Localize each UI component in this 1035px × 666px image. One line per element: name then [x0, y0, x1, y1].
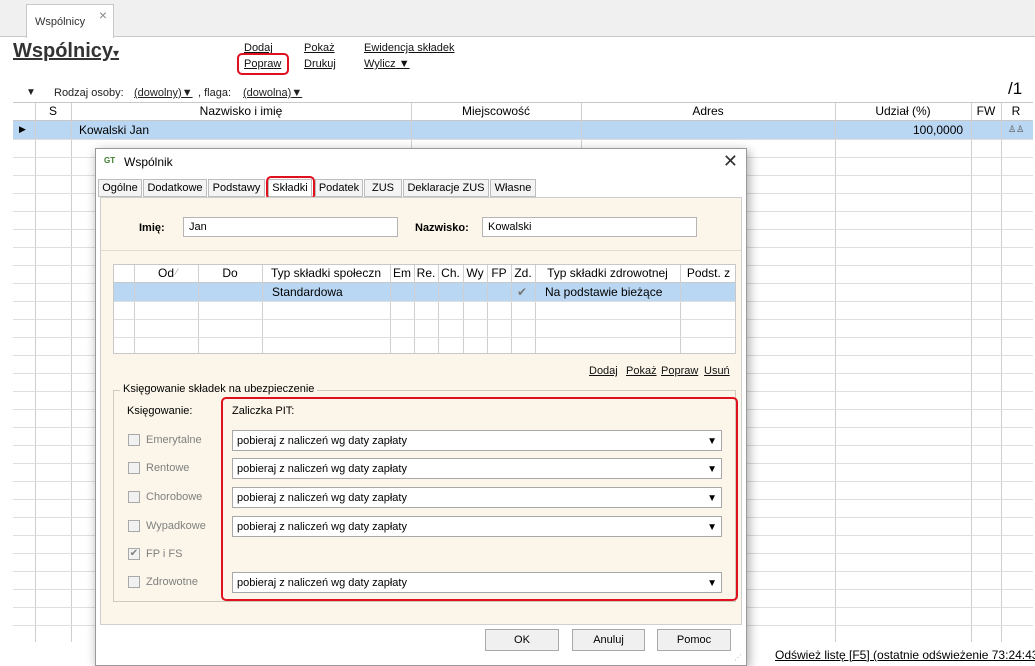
chorobowe-label: Chorobowe [146, 491, 203, 503]
document-tab-strip: Wspólnicy × [0, 0, 1035, 38]
tab-wlasne[interactable]: Własne [490, 179, 536, 197]
col-adres[interactable]: Adres [581, 104, 835, 118]
col-r[interactable]: R [1001, 104, 1031, 118]
col-podst[interactable]: Podst. z [680, 266, 737, 280]
chevron-down-icon: ▾ [113, 46, 120, 60]
wypadkowe-label: Wypadkowe [146, 520, 206, 532]
close-icon[interactable]: × [99, 7, 107, 23]
checkmark-icon: ✔ [517, 285, 528, 299]
emerytalne-label: Emerytalne [146, 434, 202, 446]
emerytalne-checkbox[interactable] [128, 434, 140, 446]
cancel-button[interactable]: Anuluj [572, 629, 645, 651]
highlight-popraw [237, 53, 289, 75]
divider [101, 250, 741, 251]
grid-pokaz-link[interactable]: Pokaż [626, 365, 657, 377]
ok-button[interactable]: OK [485, 629, 559, 651]
col-ch[interactable]: Ch. [438, 266, 463, 280]
page-number: /1 [1008, 79, 1023, 98]
tab-podatek[interactable]: Podatek [315, 179, 363, 197]
row-typ-zdrowotny[interactable]: Na podstawie bieżące [545, 285, 662, 299]
grid-popraw-link[interactable]: Popraw [661, 365, 698, 377]
close-icon[interactable]: ✕ [723, 151, 738, 172]
flaga-select[interactable]: (dowolna)▼ [243, 87, 302, 99]
col-em[interactable]: Em [390, 266, 414, 280]
wypadkowe-checkbox[interactable] [128, 520, 140, 532]
wspolnik-dialog: GT Wspólnik ✕ Ogólne Dodatkowe Podstawy … [95, 148, 747, 666]
imie-field[interactable]: Jan [183, 217, 398, 237]
tab-podstawy[interactable]: Podstawy [208, 179, 265, 197]
filter-toggle-icon[interactable]: ▼ [26, 87, 36, 98]
pokaz-link[interactable]: Pokaż [304, 42, 335, 54]
tab-ogolne[interactable]: Ogólne [98, 179, 142, 197]
tab-dodatkowe[interactable]: Dodatkowe [143, 179, 207, 197]
fp-fs-checkbox[interactable]: ✔ [128, 548, 140, 560]
refresh-link[interactable]: Odśwież listę [F5] (ostatnie odświeżenie… [775, 648, 1035, 662]
flaga-label: , flaga: [198, 87, 232, 99]
skladki-grid-header: Od Do Typ składki społeczn Em Re. Ch. Wy… [114, 265, 735, 283]
app-icon: GT [104, 156, 116, 165]
zdrowotne-label: Zdrowotne [146, 576, 198, 588]
ksiegowanie-group: Księgowanie składek na ubezpieczenie Ksi… [113, 383, 738, 602]
rentowe-label: Rentowe [146, 462, 190, 474]
zdrowotne-checkbox[interactable] [128, 576, 140, 588]
dialog-tabs: Ogólne Dodatkowe Podstawy Składki Podate… [96, 177, 746, 197]
col-s[interactable]: S [35, 104, 71, 118]
page-title[interactable]: Wspólnicy▾ [13, 40, 119, 63]
sort-icon: ⁄ [176, 267, 178, 277]
nazwisko-field[interactable]: Kowalski [482, 217, 697, 237]
group-caption: Księgowanie składek na ubezpieczenie [120, 383, 318, 395]
col-typ-spoleczny[interactable]: Typ składki społeczn [262, 266, 390, 280]
resize-grip-icon[interactable]: ⋰ [734, 653, 744, 663]
grid-usun-link[interactable]: Usuń [704, 365, 730, 377]
row-name[interactable]: Kowalski Jan [79, 123, 149, 137]
highlight-zaliczka-pit [221, 397, 738, 601]
col-fp[interactable]: FP [487, 266, 511, 280]
rodzaj-osoby-label: Rodzaj osoby: [54, 87, 124, 99]
col-udzial[interactable]: Udział (%) [835, 104, 971, 118]
col-wy[interactable]: Wy [463, 266, 487, 280]
ewidencja-link[interactable]: Ewidencja składek [364, 42, 455, 54]
grid-dodaj-link[interactable]: Dodaj [589, 365, 618, 377]
col-do[interactable]: Do [198, 266, 262, 280]
tab-wspolnicy[interactable]: Wspólnicy × [26, 4, 114, 38]
col-typ-zdrowotny[interactable]: Typ składki zdrowotnej [535, 266, 680, 280]
tab-deklaracje-zus[interactable]: Deklaracje ZUS [403, 179, 489, 197]
dialog-title: Wspólnik [124, 155, 173, 169]
col-fw[interactable]: FW [971, 104, 1001, 118]
row-udzial[interactable]: 100,0000 [913, 123, 963, 137]
fp-fs-label: FP i FS [146, 548, 183, 560]
help-button[interactable]: Pomoc [657, 629, 731, 651]
grid-header: S Nazwisko i imię Miejscowość Adres Udzi… [13, 103, 1033, 121]
col-zd[interactable]: Zd. [511, 266, 535, 280]
col-nazwisko[interactable]: Nazwisko i imię [71, 104, 411, 118]
skladki-grid[interactable]: Od Do Typ składki społeczn Em Re. Ch. Wy… [113, 264, 736, 354]
col-re[interactable]: Re. [414, 266, 438, 280]
tab-zus[interactable]: ZUS [364, 179, 402, 197]
skladki-panel: Imię: Jan Nazwisko: Kowalski Od Do Typ s… [100, 197, 742, 625]
row-typ-spoleczny[interactable]: Standardowa [272, 285, 343, 299]
r-icon: ♙♙ [1008, 124, 1025, 134]
table-row[interactable] [13, 121, 1033, 139]
rodzaj-osoby-select[interactable]: (dowolny)▼ [134, 87, 193, 99]
dialog-titlebar: GT Wspólnik ✕ [96, 149, 746, 177]
rentowe-checkbox[interactable] [128, 462, 140, 474]
col-miejscowosc[interactable]: Miejscowość [411, 104, 581, 118]
drukuj-link[interactable]: Drukuj [304, 58, 336, 70]
row-pointer-icon: ▶ [19, 124, 26, 134]
nazwisko-label: Nazwisko: [415, 222, 469, 234]
col-od[interactable]: Od [134, 266, 198, 280]
chorobowe-checkbox[interactable] [128, 491, 140, 503]
ksiegowanie-label: Księgowanie: [127, 405, 193, 417]
wylicz-link[interactable]: Wylicz ▼ [364, 58, 410, 70]
tab-label: Wspólnicy [35, 16, 86, 28]
imie-label: Imię: [139, 222, 165, 234]
